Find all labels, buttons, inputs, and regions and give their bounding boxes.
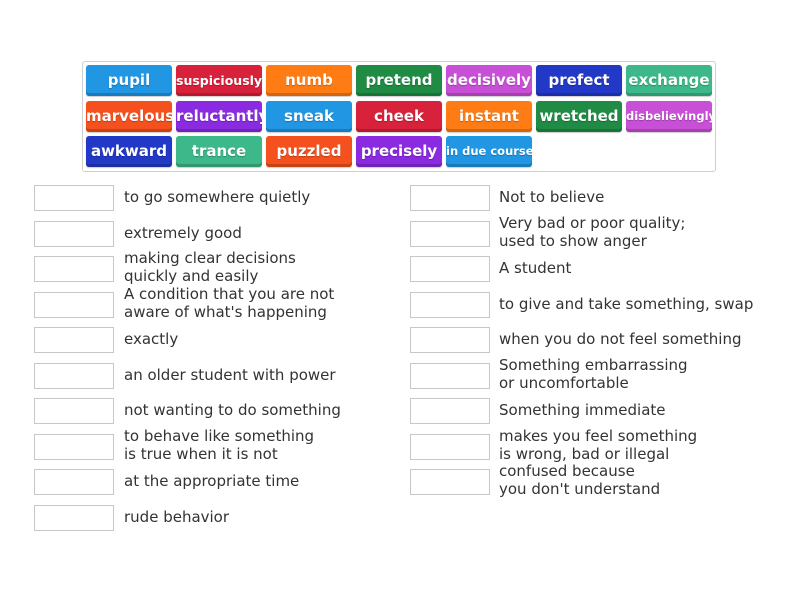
- drop-slot[interactable]: [410, 398, 490, 424]
- clue-text: exactly: [124, 330, 178, 348]
- clue-text: extremely good: [124, 224, 242, 242]
- clue-text: to behave like something is true when it …: [124, 427, 314, 463]
- clue-text: Very bad or poor quality; used to show an…: [499, 214, 685, 250]
- word-tile[interactable]: suspiciously: [176, 65, 262, 96]
- word-tile[interactable]: reluctantly: [176, 100, 262, 132]
- word-tile[interactable]: pretend: [356, 65, 442, 96]
- clue-text: an older student with power: [124, 366, 336, 384]
- word-tile[interactable]: pupil: [86, 65, 172, 96]
- clue-text: Something immediate: [499, 401, 666, 419]
- drop-slot[interactable]: [34, 469, 114, 495]
- clue-line: rude behavior: [124, 507, 230, 526]
- clue-line: makes you feel something: [499, 426, 698, 445]
- clue-text: A student: [499, 259, 571, 277]
- clue-line: is true when it is not: [124, 444, 278, 463]
- clue-line: A condition that you are not: [124, 284, 335, 303]
- drop-slot[interactable]: [410, 433, 490, 460]
- clue-line: A student: [499, 259, 572, 277]
- word-tile[interactable]: decisively: [446, 65, 532, 96]
- clue-text: not wanting to do something: [124, 401, 341, 419]
- drop-slot[interactable]: [34, 433, 114, 460]
- clue-line: to behave like something: [124, 426, 315, 445]
- clue-text: A condition that you are not aware of wha…: [124, 285, 334, 321]
- clue-line: or uncomfortable: [499, 373, 629, 392]
- clue-line: you don't understand: [499, 480, 661, 498]
- clue-line: when you do not feel something: [499, 330, 742, 348]
- clue-line: Something embarrassing: [499, 355, 688, 374]
- clue-text: confused because you don't understand: [499, 462, 660, 498]
- drop-slot[interactable]: [34, 256, 114, 282]
- clue-text: at the appropriate time: [124, 472, 299, 490]
- clue-text: makes you feel something is wrong, bad or…: [499, 427, 697, 463]
- word-tile[interactable]: disbelievingly: [626, 100, 712, 132]
- clue-line: confused because: [499, 462, 635, 480]
- drop-slot[interactable]: [410, 256, 490, 282]
- word-tile[interactable]: trance: [176, 136, 262, 167]
- clue-text: when you do not feel something: [499, 330, 742, 348]
- drop-slot[interactable]: [410, 185, 490, 211]
- clue-line: to give and take something, swap: [499, 294, 754, 313]
- drop-slot[interactable]: [34, 362, 114, 389]
- clue-line: extremely good: [124, 223, 242, 242]
- drop-slot[interactable]: [410, 362, 490, 389]
- clue-line: used to show anger: [499, 231, 647, 250]
- word-tile[interactable]: prefect: [536, 65, 622, 96]
- clue-line: Very bad or poor quality;: [499, 213, 686, 232]
- clue-line: quickly and easily: [124, 267, 259, 285]
- word-tile[interactable]: precisely: [356, 136, 442, 167]
- drop-slot[interactable]: [34, 398, 114, 424]
- drop-slot[interactable]: [34, 327, 114, 353]
- word-tile[interactable]: in due course: [446, 136, 532, 167]
- word-tile[interactable]: awkward: [86, 136, 172, 167]
- clue-line: aware of what's happening: [124, 302, 327, 321]
- clue-line: at the appropriate time: [124, 472, 300, 490]
- drop-slot[interactable]: [410, 327, 490, 353]
- word-tile[interactable]: numb: [266, 65, 352, 96]
- clue-line: an older student with power: [124, 365, 336, 384]
- clue-line: making clear decisions: [124, 249, 296, 267]
- word-tile[interactable]: exchange: [626, 65, 712, 96]
- word-tile[interactable]: puzzled: [266, 136, 352, 167]
- drop-slot[interactable]: [34, 220, 114, 247]
- clue-line: not wanting to do something: [124, 401, 341, 419]
- word-tile[interactable]: cheek: [356, 100, 442, 132]
- clue-text: to go somewhere quietly: [124, 188, 310, 206]
- clue-text: Not to believe: [499, 188, 604, 206]
- clue-text: making clear decisions quickly and easily: [124, 249, 296, 285]
- word-tile[interactable]: wretched: [536, 100, 622, 132]
- drop-slot[interactable]: [410, 220, 490, 247]
- drop-slot[interactable]: [410, 469, 490, 495]
- clue-line: Not to believe: [499, 188, 605, 206]
- clue-line: is wrong, bad or illegal: [499, 444, 670, 463]
- drop-slot[interactable]: [410, 291, 490, 318]
- clue-line: exactly: [124, 330, 179, 348]
- clue-text: to give and take something, swap: [499, 295, 753, 313]
- clue-line: Something immediate: [499, 401, 666, 419]
- word-bank: pupil suspiciously numb pretend decisively pr…: [82, 61, 716, 172]
- word-tile[interactable]: instant: [446, 100, 532, 132]
- word-tile[interactable]: sneak: [266, 100, 352, 132]
- word-tile[interactable]: marvelous: [86, 100, 172, 132]
- drop-slot[interactable]: [34, 185, 114, 211]
- clue-text: Something embarrassing or uncomfortable: [499, 356, 688, 392]
- clue-line: to go somewhere quietly: [124, 188, 311, 206]
- drop-slot[interactable]: [34, 291, 114, 318]
- drop-slot[interactable]: [34, 504, 114, 531]
- clue-text: rude behavior: [124, 508, 229, 526]
